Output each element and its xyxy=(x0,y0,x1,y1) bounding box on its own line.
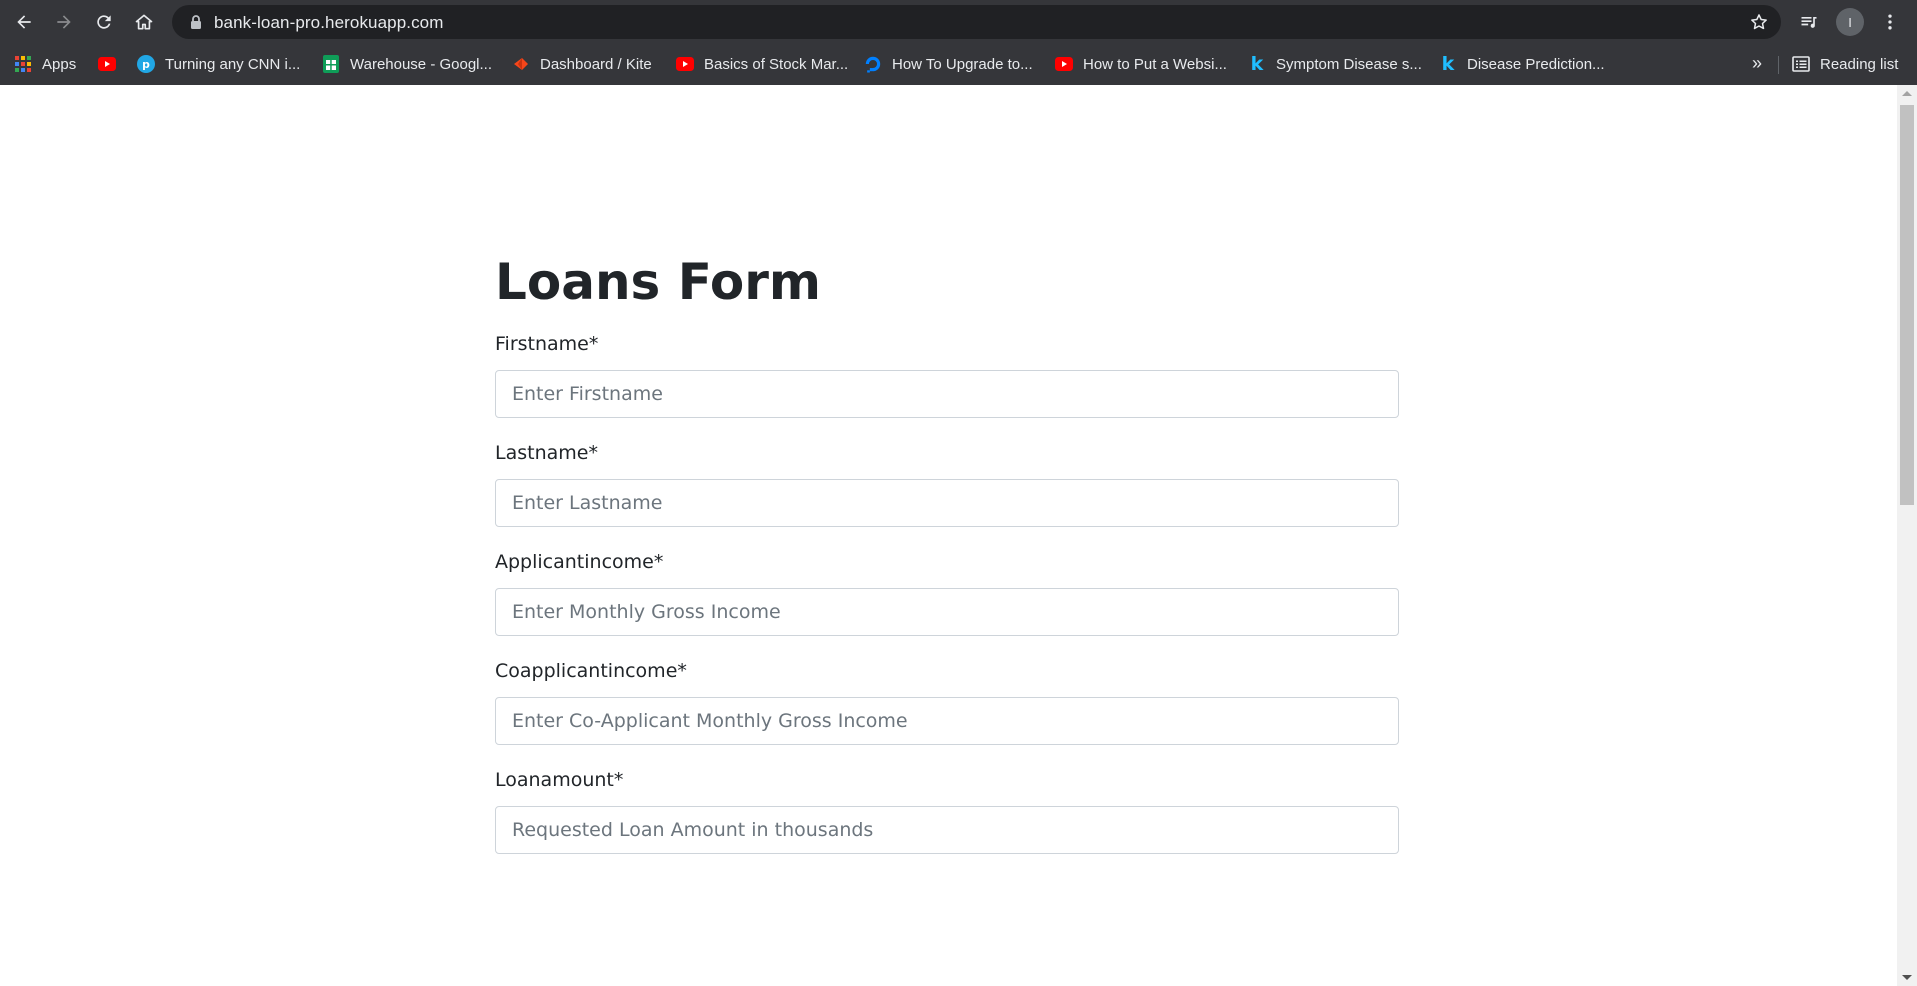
bookmark-apps[interactable]: Apps xyxy=(14,50,76,78)
page-scrollbar[interactable] xyxy=(1897,85,1917,986)
apps-grid-icon xyxy=(14,55,32,73)
bookmark-warehouse[interactable]: Warehouse - Googl... xyxy=(322,50,492,78)
bookmark-turning-cnn[interactable]: p Turning any CNN i... xyxy=(137,50,300,78)
applicantincome-label: Applicantincome* xyxy=(495,551,664,573)
bookmark-label: Dashboard / Kite xyxy=(540,55,652,73)
bookmark-label: Turning any CNN i... xyxy=(165,55,301,73)
reading-list-icon xyxy=(1792,55,1810,73)
arrow-right-icon xyxy=(57,15,71,29)
browser-toolbar: bank-loan-pro.herokuapp.com I xyxy=(0,0,1917,43)
kite-icon xyxy=(512,55,530,73)
reload-button[interactable] xyxy=(88,6,120,38)
bookmark-label: How To Upgrade to... xyxy=(892,55,1033,73)
firstname-input[interactable] xyxy=(495,370,1399,418)
digitalocean-icon xyxy=(864,55,882,73)
bookmark-kite[interactable]: Dashboard / Kite xyxy=(512,50,652,78)
bookmarks-bar: Apps p Turning any CNN i... Warehouse - … xyxy=(0,43,1917,85)
bookmark-label: Basics of Stock Mar... xyxy=(704,55,849,73)
bookmark-upgrade[interactable]: How To Upgrade to... xyxy=(864,50,1033,78)
loanamount-field-group: Loanamount* xyxy=(495,769,1399,854)
bookmark-label: Apps xyxy=(42,55,77,73)
home-icon xyxy=(135,14,153,30)
page-title: Loans Form xyxy=(495,253,821,311)
lock-icon xyxy=(191,15,201,29)
queue-music-icon xyxy=(1801,17,1817,28)
youtube-icon xyxy=(676,55,694,73)
bookmark-website[interactable]: How to Put a Websi... xyxy=(1055,50,1227,78)
forward-button[interactable] xyxy=(48,6,80,38)
bookmark-disease-prediction[interactable]: k Disease Prediction... xyxy=(1439,50,1605,78)
kaggle-icon: k xyxy=(1250,53,1264,75)
bookmark-symptom-disease[interactable]: k Symptom Disease s... xyxy=(1248,50,1422,78)
home-button[interactable] xyxy=(128,6,160,38)
reading-list-label: Reading list xyxy=(1820,55,1899,73)
bookmark-label: How to Put a Websi... xyxy=(1083,55,1227,73)
bookmarks-divider xyxy=(1778,56,1779,74)
youtube-icon xyxy=(1055,55,1073,73)
bookmark-youtube[interactable] xyxy=(98,50,126,78)
firstname-field-group: Firstname* xyxy=(495,333,1399,418)
svg-text:p: p xyxy=(142,58,150,71)
coapplicantincome-label: Coapplicantincome* xyxy=(495,660,687,682)
media-control-button[interactable] xyxy=(1793,6,1825,38)
google-sheets-icon xyxy=(322,55,340,73)
bookmark-stock-market[interactable]: Basics of Stock Mar... xyxy=(676,50,848,78)
bookmark-label: Disease Prediction... xyxy=(1467,55,1605,73)
more-vert-icon xyxy=(1888,14,1892,30)
coapplicantincome-input[interactable] xyxy=(495,697,1399,745)
loanamount-input[interactable] xyxy=(495,806,1399,854)
bookmark-label: Warehouse - Googl... xyxy=(350,55,493,73)
lastname-field-group: Lastname* xyxy=(495,442,1399,527)
arrow-left-icon xyxy=(17,15,31,29)
applicantincome-field-group: Applicantincome* xyxy=(495,551,1399,636)
coapplicantincome-field-group: Coapplicantincome* xyxy=(495,660,1399,745)
scroll-down-arrow-icon[interactable] xyxy=(1902,975,1912,980)
reading-list-button[interactable]: Reading list xyxy=(1792,50,1898,78)
url-text[interactable]: bank-loan-pro.herokuapp.com xyxy=(214,13,444,33)
menu-button[interactable] xyxy=(1874,6,1906,38)
scroll-up-arrow-icon[interactable] xyxy=(1902,91,1912,96)
reload-icon xyxy=(97,15,111,29)
paperswithcode-icon: p xyxy=(137,55,155,73)
scrollbar-thumb[interactable] xyxy=(1900,105,1914,505)
kaggle-icon: k xyxy=(1441,53,1455,75)
youtube-icon xyxy=(98,55,116,73)
more-bookmarks-chevron-icon[interactable]: » xyxy=(1752,53,1762,74)
address-bar[interactable]: bank-loan-pro.herokuapp.com xyxy=(172,5,1781,39)
firstname-label: Firstname* xyxy=(495,333,599,355)
lastname-input[interactable] xyxy=(495,479,1399,527)
bookmark-label: Symptom Disease s... xyxy=(1276,55,1422,73)
applicantincome-input[interactable] xyxy=(495,588,1399,636)
lastname-label: Lastname* xyxy=(495,442,598,464)
profile-avatar[interactable]: I xyxy=(1836,8,1864,36)
bookmark-star-icon[interactable] xyxy=(1749,12,1769,32)
loans-form: Loans Form Firstname* Lastname* Applican… xyxy=(495,252,1399,854)
back-button[interactable] xyxy=(8,6,40,38)
loanamount-label: Loanamount* xyxy=(495,769,624,791)
